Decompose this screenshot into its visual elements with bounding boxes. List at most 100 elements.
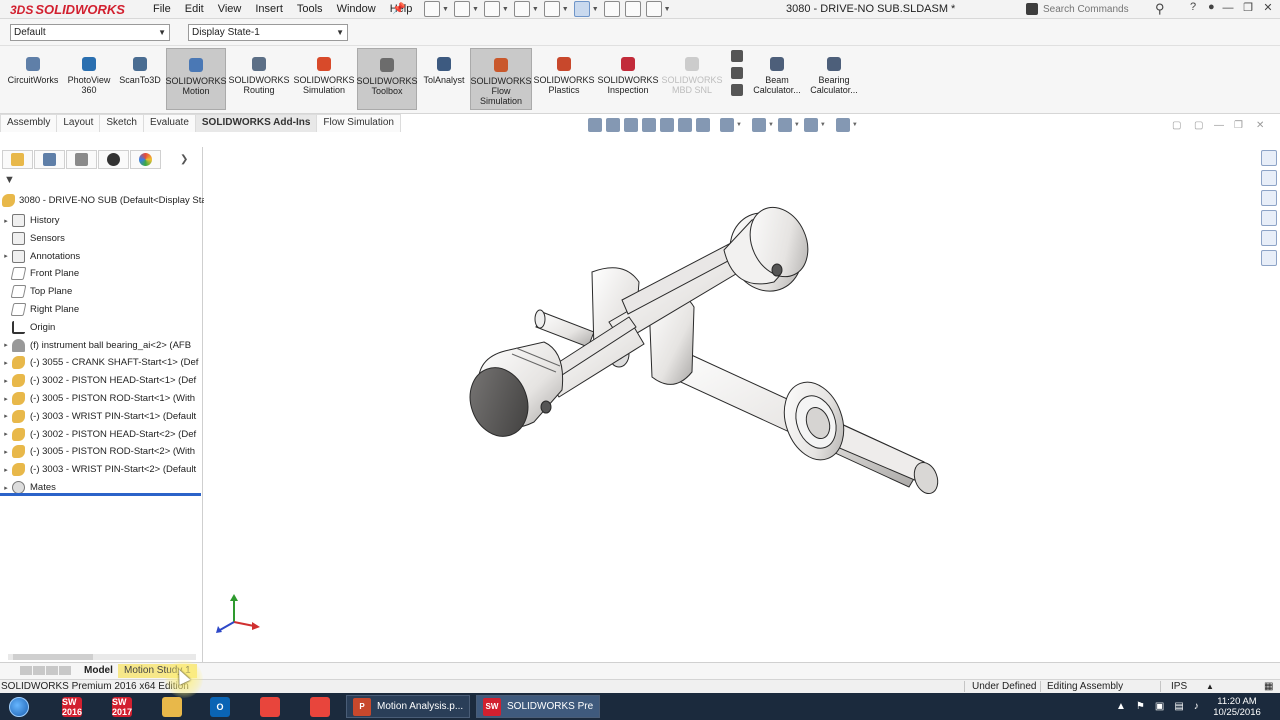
tree-item[interactable]: ▸ (-) 3003 - WRIST PIN-Start<1> (Default — [0, 408, 201, 425]
last-tab-icon[interactable] — [59, 666, 71, 675]
taskbar-app[interactable]: SW 2016 — [58, 695, 86, 718]
doc-close-button[interactable]: ✕ — [1256, 120, 1264, 131]
ribbon-button[interactable]: SOLIDWORKS Flow Simulation — [470, 48, 532, 110]
save-icon[interactable] — [483, 1, 500, 17]
hole-wizard-icon[interactable] — [731, 50, 743, 62]
bearing-icon[interactable] — [731, 84, 743, 96]
ribbon-button[interactable]: CircuitWorks — [6, 48, 60, 110]
show-hidden-icons-icon[interactable]: ▲ — [1116, 701, 1126, 712]
expand-arrow-icon[interactable]: ▸ — [0, 217, 12, 225]
graphics-area[interactable] — [204, 132, 1256, 662]
previous-view-icon[interactable] — [642, 118, 656, 132]
restore-button[interactable]: ❐ — [1238, 0, 1258, 18]
configuration-select[interactable]: Default ▼ — [10, 24, 170, 41]
fastener-icon[interactable] — [731, 67, 743, 79]
appearances-icon[interactable] — [1261, 230, 1277, 246]
display-style-icon[interactable] — [720, 118, 734, 132]
tree-item[interactable]: ▸ (-) 3002 - PISTON HEAD-Start<1> (Def — [0, 372, 201, 389]
dynamic-annotation-icon[interactable] — [678, 118, 692, 132]
view-selector-icon[interactable] — [696, 118, 710, 132]
undo-icon[interactable] — [543, 1, 560, 17]
ribbon-button[interactable]: Bearing Calculator... — [806, 48, 862, 110]
view-orientation-icon[interactable] — [588, 118, 602, 132]
tab-featuremanager[interactable] — [2, 150, 33, 169]
menu-view[interactable]: View — [211, 2, 249, 17]
tree-item[interactable]: ▸ (-) 3002 - PISTON HEAD-Start<2> (Def — [0, 426, 201, 443]
tab-assembly[interactable]: Assembly — [0, 114, 58, 132]
new-document-icon[interactable] — [424, 1, 440, 17]
view-settings-dropdown-icon[interactable]: ▼ — [852, 122, 858, 128]
taskbar-app[interactable] — [158, 695, 186, 718]
open-folder-icon[interactable] — [453, 1, 470, 17]
menu-insert[interactable]: Insert — [248, 2, 290, 17]
clock[interactable]: 11:20 AM 10/25/2016 — [1212, 696, 1262, 718]
ribbon-button[interactable]: SOLIDWORKS Plastics — [534, 48, 595, 110]
menu-window[interactable]: Window — [330, 2, 383, 17]
tree-item[interactable]: ▸ History — [0, 212, 201, 229]
ribbon-button[interactable]: TolAnalyst — [420, 48, 468, 110]
tree-item[interactable]: ▸ (-) 3005 - PISTON ROD-Start<1> (With — [0, 390, 201, 407]
zoom-to-fit-icon[interactable] — [606, 118, 620, 132]
tree-item[interactable]: ▸ (f) instrument ball bearing_ai<2> (AFB — [0, 337, 201, 354]
expand-arrow-icon[interactable]: ▸ — [0, 395, 12, 403]
pin-menu-icon[interactable]: 📌 — [392, 2, 406, 15]
taskbar-window[interactable]: P Motion Analysis.p... — [346, 695, 470, 718]
custom-properties-icon[interactable] — [1261, 250, 1277, 266]
network-icon[interactable]: ▤ — [1174, 701, 1183, 712]
tree-item[interactable]: ▸ (-) 3055 - CRANK SHAFT-Start<1> (Def — [0, 354, 201, 371]
scene-dropdown-icon[interactable]: ▼ — [820, 122, 826, 128]
apply-scene-icon[interactable] — [803, 118, 818, 132]
display-icon[interactable]: ▣ — [1155, 701, 1164, 712]
expand-arrow-icon[interactable]: ▸ — [0, 377, 12, 385]
model-view[interactable] — [204, 132, 1256, 662]
display-state-select[interactable]: Display State-1 ▼ — [188, 24, 348, 41]
user-icon[interactable]: ● — [1208, 1, 1215, 13]
tree-root-assembly[interactable]: 3080 - DRIVE-NO SUB (Default<Display Sta — [2, 194, 207, 207]
taskbar-app[interactable]: SW 2017 — [108, 695, 136, 718]
crank-drive-assembly[interactable] — [461, 198, 942, 497]
tab-propertymanager[interactable] — [34, 150, 65, 169]
expand-arrow-icon[interactable]: ▸ — [0, 252, 12, 260]
tree-item[interactable]: Right Plane — [0, 301, 201, 318]
print-dropdown-icon[interactable]: ▼ — [532, 6, 539, 13]
print-icon[interactable] — [513, 1, 530, 17]
expand-arrow-icon[interactable]: ▸ — [0, 466, 12, 474]
ribbon-button[interactable]: PhotoView 360 — [66, 48, 112, 110]
tab-displaymanager[interactable] — [130, 150, 161, 169]
minimize-button[interactable]: — — [1218, 0, 1238, 18]
tile-icon[interactable]: ▢ — [1172, 120, 1181, 131]
expand-arrow-icon[interactable]: ▸ — [0, 484, 12, 492]
expand-arrow-icon[interactable]: ▸ — [0, 448, 12, 456]
save-dropdown-icon[interactable]: ▼ — [502, 6, 509, 13]
search-commands[interactable]: ⚲ — [1026, 1, 1176, 17]
home-icon[interactable] — [1261, 150, 1277, 166]
next-tab-icon[interactable] — [46, 666, 58, 675]
view-settings-icon[interactable] — [835, 118, 850, 132]
tree-item[interactable]: Sensors — [0, 230, 201, 247]
tab-flow-simulation[interactable]: Flow Simulation — [316, 114, 401, 132]
tree-item[interactable]: Front Plane — [0, 265, 201, 282]
unit-system[interactable]: IPS — [1171, 680, 1187, 693]
tree-item[interactable]: ▸ (-) 3003 - WRIST PIN-Start<2> (Default — [0, 461, 201, 478]
hide-show-items-icon[interactable] — [751, 118, 766, 132]
undo-dropdown-icon[interactable]: ▼ — [562, 6, 569, 13]
design-library-icon[interactable] — [1261, 170, 1277, 186]
open-dropdown-icon[interactable]: ▼ — [472, 6, 479, 13]
taskbar-app[interactable]: O — [206, 695, 234, 718]
tab-configurationmanager[interactable] — [66, 150, 97, 169]
options-gear-icon[interactable] — [645, 1, 662, 17]
search-input[interactable] — [1043, 3, 1153, 15]
taskbar-app[interactable] — [306, 695, 334, 718]
filter-icon[interactable]: ▼ — [4, 174, 15, 186]
display-style-dropdown-icon[interactable]: ▼ — [736, 122, 742, 128]
status-settings-icon[interactable]: ▦ — [1264, 680, 1273, 693]
select-arrow-icon[interactable] — [573, 1, 590, 17]
tab-layout[interactable]: Layout — [56, 114, 101, 132]
tab-dimxpertmanager[interactable] — [98, 150, 129, 169]
expand-arrow-icon[interactable]: ▸ — [0, 430, 12, 438]
help-icon[interactable]: ? — [1190, 1, 1196, 13]
appearance-dropdown-icon[interactable]: ▼ — [794, 122, 800, 128]
doc-restore-button[interactable]: ❐ — [1234, 120, 1243, 131]
start-button[interactable] — [4, 695, 34, 718]
ribbon-button[interactable]: SOLIDWORKS Motion — [166, 48, 227, 110]
